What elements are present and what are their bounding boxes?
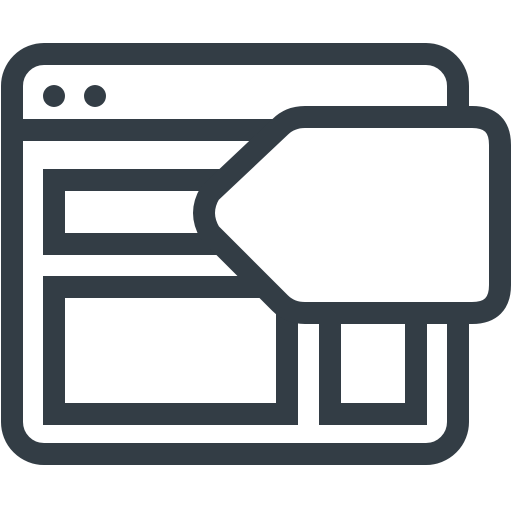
content-block-large [43,276,298,425]
window-dot-2 [84,85,106,107]
browser-tag-icon [1,43,511,465]
icon-canvas [0,0,512,512]
price-tag-shape [193,106,511,324]
window-dot-1 [43,85,65,107]
